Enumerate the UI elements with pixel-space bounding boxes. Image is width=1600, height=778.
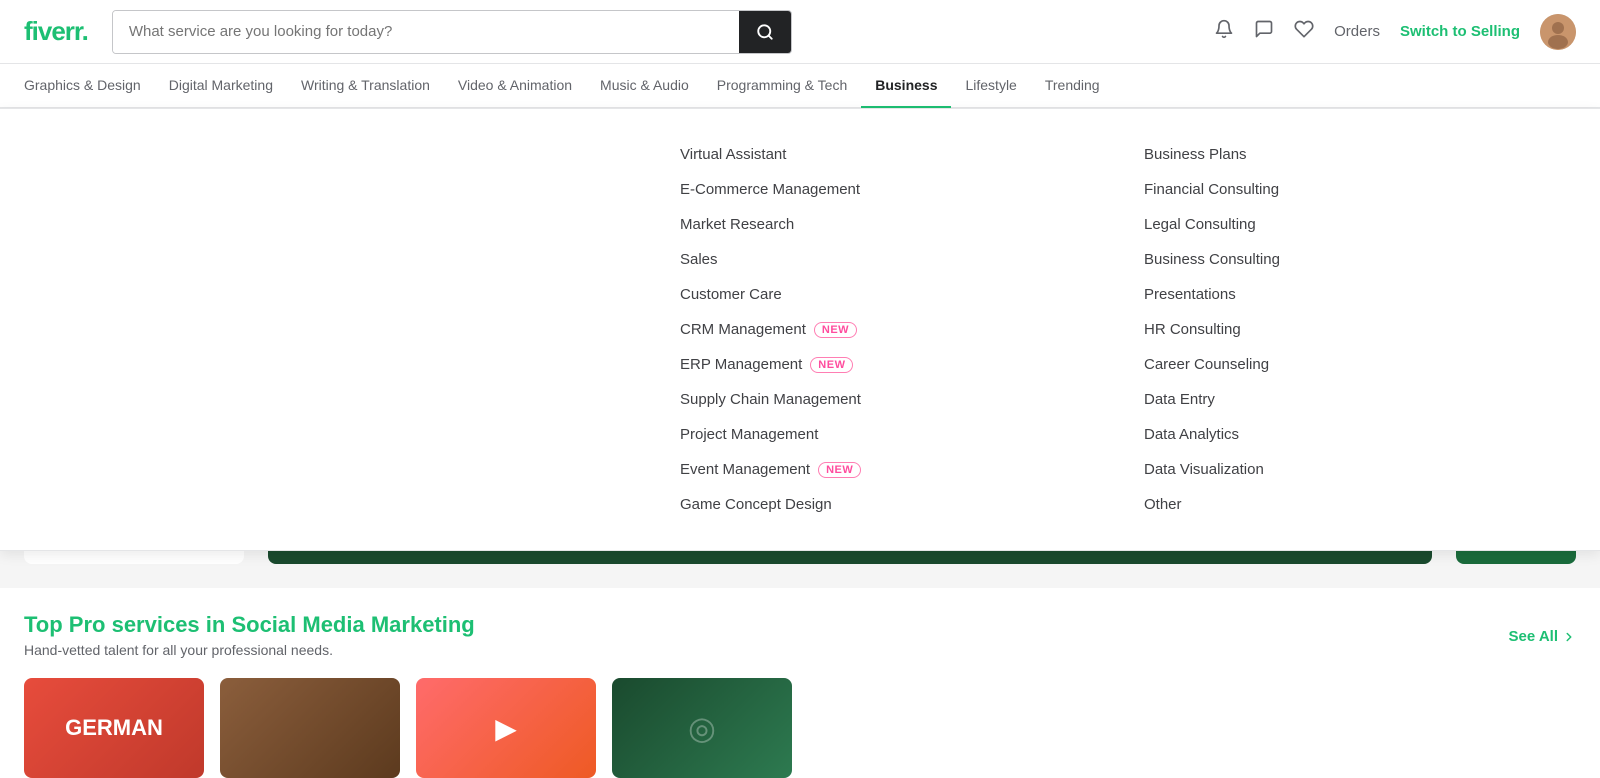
logo-text: fiverr	[24, 16, 82, 46]
nav-item-video-animation[interactable]: Video & Animation	[444, 64, 586, 108]
section-title: Top Pro services in Social Media Marketi…	[24, 612, 1576, 638]
search-bar	[112, 10, 792, 54]
dropdown-item-data-entry[interactable]: Data Entry	[1144, 382, 1568, 417]
nav-item-digital-marketing[interactable]: Digital Marketing	[155, 64, 287, 108]
bell-icon[interactable]	[1214, 19, 1234, 45]
nav-item-trending[interactable]: Trending	[1031, 64, 1114, 108]
message-icon[interactable]	[1254, 19, 1274, 45]
search-input[interactable]	[113, 11, 739, 53]
chevron-right-icon	[1562, 630, 1576, 644]
new-badge: NEW	[814, 322, 857, 338]
service-card-2[interactable]	[220, 678, 400, 778]
dropdown-item-project-management[interactable]: Project Management	[680, 417, 1104, 452]
nav-item-lifestyle[interactable]: Lifestyle	[951, 64, 1030, 108]
service-card-1[interactable]: GERMAN	[24, 678, 204, 778]
card-image-social: ◎	[612, 678, 792, 778]
service-card-4[interactable]: ◎	[612, 678, 792, 778]
dropdown-item-customer-care[interactable]: Customer Care	[680, 277, 1104, 312]
nav-item-programming-tech[interactable]: Programming & Tech	[703, 64, 861, 108]
card-image-coffee	[220, 678, 400, 778]
dropdown-item-event-management[interactable]: Event ManagementNEW	[680, 452, 1104, 487]
service-card-3[interactable]: ▶	[416, 678, 596, 778]
card-image-youtube: ▶	[416, 678, 596, 778]
dropdown-col-1: Virtual AssistantE-Commerce ManagementMa…	[680, 137, 1104, 522]
dropdown-item-supply-chain-management[interactable]: Supply Chain Management	[680, 382, 1104, 417]
dropdown-col-2: Business PlansFinancial ConsultingLegal …	[1144, 137, 1568, 522]
avatar-image	[1540, 14, 1576, 50]
service-cards-row: GERMAN ▶ ◎	[24, 678, 1576, 778]
dropdown-item-virtual-assistant[interactable]: Virtual Assistant	[680, 137, 1104, 172]
header-actions: Orders Switch to Selling	[1214, 14, 1576, 50]
dropdown-item-sales[interactable]: Sales	[680, 242, 1104, 277]
dropdown-item-business-consulting[interactable]: Business Consulting	[1144, 242, 1568, 277]
heart-icon[interactable]	[1294, 19, 1314, 45]
orders-link[interactable]: Orders	[1334, 23, 1380, 40]
card-image-german: GERMAN	[24, 678, 204, 778]
new-badge: NEW	[810, 357, 853, 373]
dropdown-item-crm-management[interactable]: CRM ManagementNEW	[680, 312, 1104, 347]
main-nav: Graphics & Design Digital Marketing Writ…	[0, 64, 1600, 108]
logo-dot: .	[82, 16, 88, 46]
dropdown-item-legal-consulting[interactable]: Legal Consulting	[1144, 207, 1568, 242]
avatar[interactable]	[1540, 14, 1576, 50]
nav-item-graphics-design[interactable]: Graphics & Design	[24, 64, 155, 108]
dropdown-item-e-commerce-management[interactable]: E-Commerce Management	[680, 172, 1104, 207]
dropdown-item-career-counseling[interactable]: Career Counseling	[1144, 347, 1568, 382]
dropdown-item-market-research[interactable]: Market Research	[680, 207, 1104, 242]
fiverr-logo[interactable]: fiverr.	[24, 16, 88, 47]
dropdown-item-financial-consulting[interactable]: Financial Consulting	[1144, 172, 1568, 207]
dropdown-item-game-concept-design[interactable]: Game Concept Design	[680, 487, 1104, 522]
dropdown-item-presentations[interactable]: Presentations	[1144, 277, 1568, 312]
search-icon	[756, 23, 774, 41]
search-button[interactable]	[739, 11, 791, 53]
section-sub: Hand-vetted talent for all your professi…	[24, 642, 1576, 658]
bottom-section: Top Pro services in Social Media Marketi…	[0, 588, 1600, 778]
dropdown-item-erp-management[interactable]: ERP ManagementNEW	[680, 347, 1104, 382]
dropdown-item-data-analytics[interactable]: Data Analytics	[1144, 417, 1568, 452]
business-dropdown: Virtual AssistantE-Commerce ManagementMa…	[0, 108, 1600, 551]
nav-item-writing-translation[interactable]: Writing & Translation	[287, 64, 444, 108]
dropdown-item-hr-consulting[interactable]: HR Consulting	[1144, 312, 1568, 347]
new-badge: NEW	[818, 462, 861, 478]
section-highlight: Social Media Marketing	[231, 612, 474, 637]
dropdown-item-other[interactable]: Other	[1144, 487, 1568, 522]
nav-item-music-audio[interactable]: Music & Audio	[586, 64, 703, 108]
dropdown-item-business-plans[interactable]: Business Plans	[1144, 137, 1568, 172]
dropdown-item-data-visualization[interactable]: Data Visualization	[1144, 452, 1568, 487]
see-all-link[interactable]: See All	[1509, 628, 1576, 645]
nav-item-business[interactable]: Business	[861, 64, 951, 108]
header: fiverr. Orders Switch to Selling	[0, 0, 1600, 64]
switch-selling-button[interactable]: Switch to Selling	[1400, 23, 1520, 40]
